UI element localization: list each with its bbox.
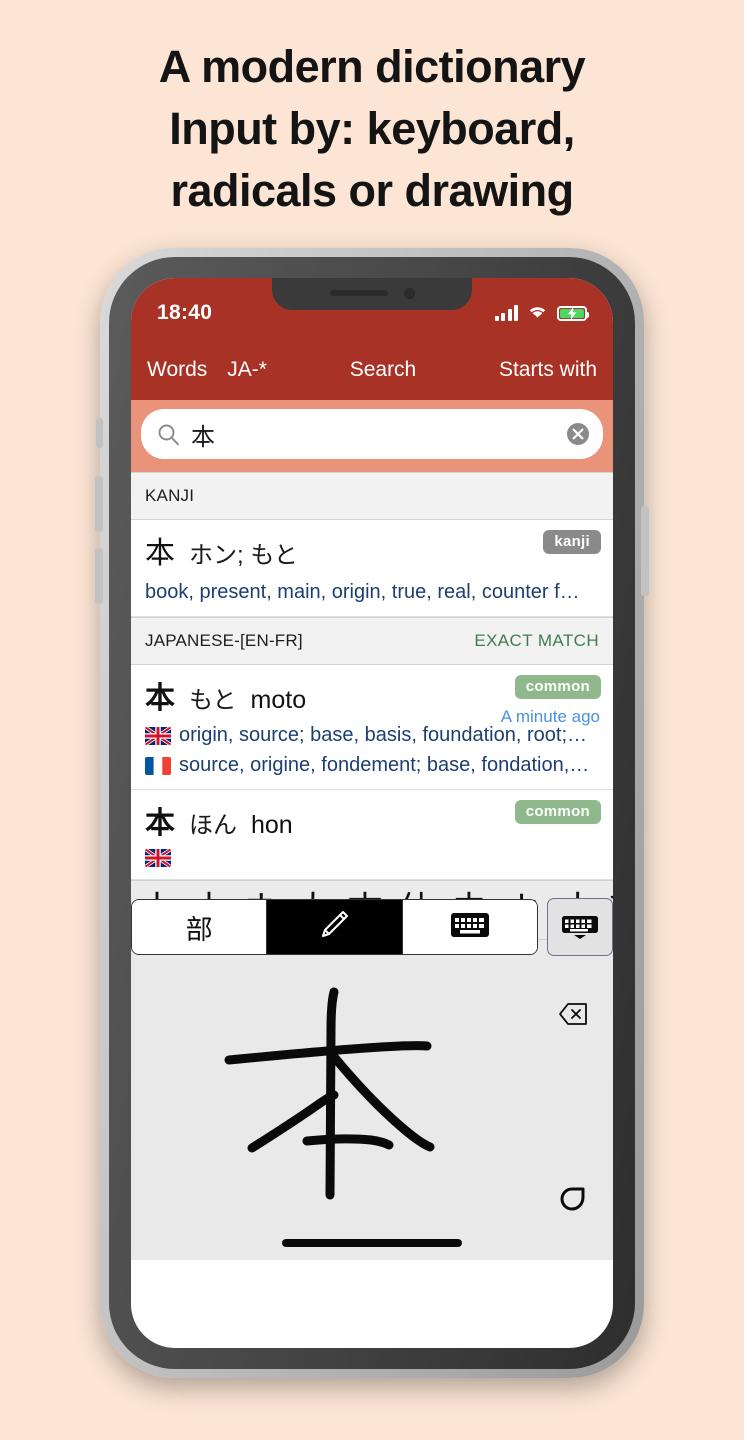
gloss-text: origin, source; base, basis, foundation,… (179, 724, 588, 746)
power-button[interactable] (641, 506, 649, 596)
input-mode-keyboard-button[interactable] (402, 900, 537, 954)
results-list: KANJI kanji 本 ホン; もと book, present, main… (131, 472, 613, 880)
entry-kanji: 本 (145, 537, 175, 570)
phone-screen: 18:40 Words JA-* Search Starts with 本 KA… (131, 278, 613, 1348)
phone-mockup: 18:40 Words JA-* Search Starts with 本 KA… (95, 248, 649, 1378)
volume-down-button[interactable] (95, 548, 103, 604)
list-item[interactable]: kanji 本 ホン; もと book, present, main, orig… (131, 520, 613, 617)
home-indicator-area (131, 1226, 613, 1260)
entry-headword: 本 ホン; もと (145, 528, 599, 572)
entry-reading: もと (189, 687, 237, 714)
entry-reading: ほん (189, 812, 237, 839)
entry-reading: ホン; もと (189, 542, 298, 569)
entry-kanji: 本 (145, 807, 175, 840)
list-item[interactable]: common 本 ほん hon (131, 790, 613, 880)
status-bar: 18:40 (131, 278, 613, 340)
earpiece-speaker (329, 290, 388, 296)
input-mode-drawing-button[interactable] (267, 900, 403, 954)
entry-romaji: moto (250, 686, 307, 714)
page-title: A modern dictionary Input by: keyboard, … (0, 36, 744, 222)
list-item[interactable]: common A minute ago 本 もと moto origin, so… (131, 665, 613, 790)
status-badge: kanji (543, 530, 601, 554)
nav-words-button[interactable]: Words (147, 358, 207, 382)
clear-circle-icon[interactable] (566, 422, 590, 446)
keyboard-icon (450, 911, 490, 944)
undo-icon[interactable] (551, 1176, 595, 1220)
search-icon (157, 423, 180, 446)
battery-charging-icon (557, 305, 589, 321)
handwriting-canvas[interactable] (131, 940, 613, 1260)
pencil-icon (317, 908, 351, 947)
search-input[interactable]: 本 (141, 409, 603, 459)
headline-line-3: radicals or drawing (170, 165, 574, 216)
section-header-right: EXACT MATCH (474, 631, 599, 650)
fr-flag-icon (145, 756, 171, 775)
phone-notch (272, 278, 472, 310)
entry-kanji: 本 (145, 682, 175, 715)
home-indicator-bar[interactable] (282, 1239, 462, 1247)
entry-gloss-en: origin, source; base, basis, foundation,… (145, 724, 599, 747)
status-badge: common (514, 675, 601, 699)
entry-gloss-fr: source, origine, fondement; base, fondat… (145, 754, 599, 777)
navigation-bar: Words JA-* Search Starts with (131, 340, 613, 400)
headline-line-2: Input by: keyboard, (169, 103, 575, 154)
entry-gloss-en (145, 849, 599, 867)
entry-gloss: book, present, main, origin, true, real,… (145, 581, 580, 603)
headline-line-1: A modern dictionary (158, 41, 586, 92)
radical-icon: 部 (185, 914, 213, 945)
section-header-label: JAPANESE-[EN-FR] (145, 631, 303, 650)
nav-title: Search (349, 358, 417, 381)
uk-flag-icon (145, 849, 171, 867)
search-bar: 本 (131, 400, 613, 472)
nav-match-mode-button[interactable]: Starts with (499, 358, 597, 382)
backspace-icon[interactable] (551, 992, 595, 1036)
keyboard-dismiss-icon[interactable] (547, 898, 613, 956)
gloss-text: source, origine, fondement; base, fondat… (179, 754, 590, 776)
drawn-character-ink (224, 987, 435, 1200)
front-camera-icon (403, 287, 415, 299)
status-badge: common (514, 800, 601, 824)
section-header-label: KANJI (145, 486, 195, 505)
search-value: 本 (191, 423, 215, 451)
status-icons (494, 295, 589, 324)
nav-language-button[interactable]: JA-* (227, 358, 267, 382)
input-mode-segmented-control: 部 (131, 899, 538, 955)
wifi-icon (527, 303, 548, 324)
input-mode-toolbar: 部 (131, 898, 613, 956)
status-time: 18:40 (157, 301, 213, 324)
section-header-kanji: KANJI (131, 472, 613, 520)
uk-flag-icon (145, 726, 171, 745)
entry-romaji: hon (251, 811, 293, 839)
entry-timestamp: A minute ago (500, 707, 600, 726)
volume-up-button[interactable] (95, 476, 103, 532)
section-header-japanese: JAPANESE-[EN-FR] EXACT MATCH (131, 617, 613, 665)
signal-bars-icon (494, 305, 518, 321)
input-mode-radicals-button[interactable]: 部 (132, 900, 268, 954)
mute-switch-button[interactable] (96, 418, 103, 448)
